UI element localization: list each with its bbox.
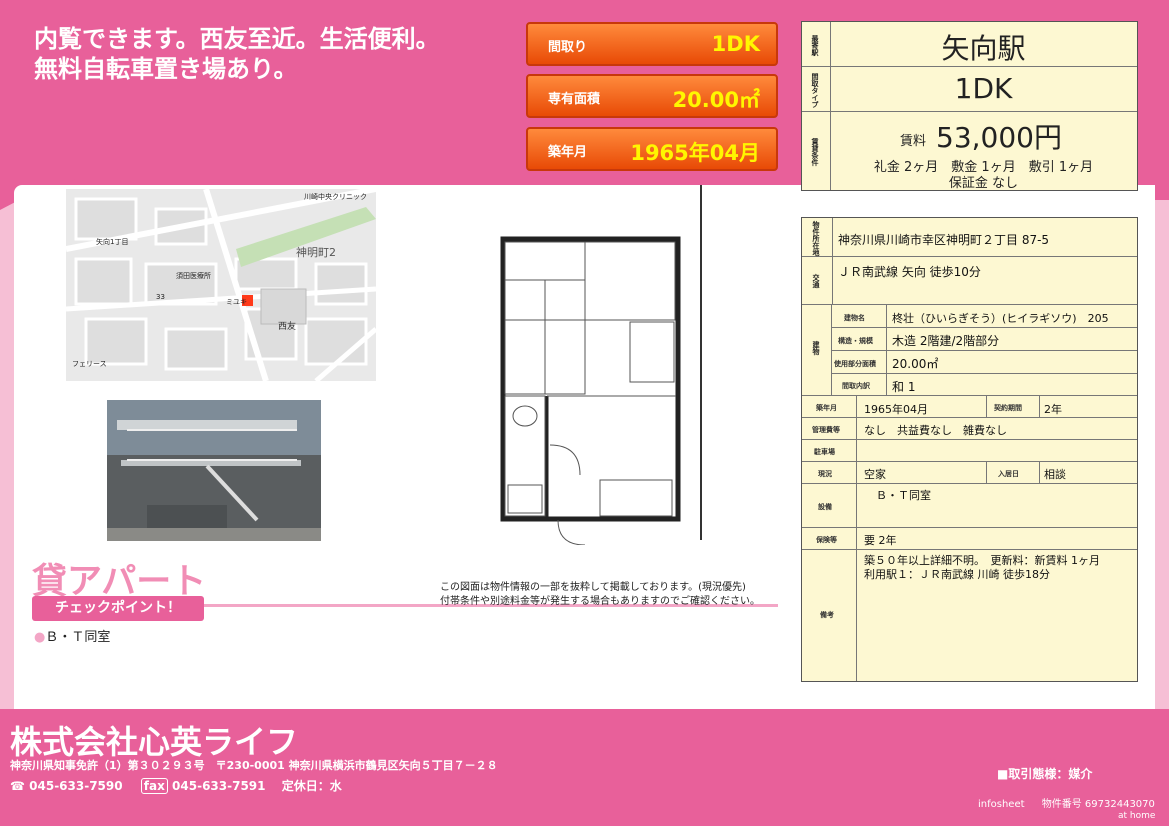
map-store-label: 西友 [278,322,297,332]
building-label: 建物 [812,341,820,355]
rooms-value: 和 1 [892,380,916,394]
address-label: 物件所在地 [812,220,820,256]
access-label: 交通 [812,274,820,288]
address-value: 神奈川県川崎市幸区神明町２丁目 87-5 [838,233,1050,247]
tel-row: ☎ 045-633-7590 fax 045-633-7591 定休日：水 [10,777,342,794]
property-no: 69732443070 [1084,799,1155,810]
facilities-label: 設備 [818,503,832,511]
holiday: 定休日：水 [281,779,342,793]
facilities-value: Ｂ・Ｔ同室 [876,489,931,502]
summary-box: 最寄駅 矢向駅 間取タイプ 1DK 賃貸条件 賃料 53,000円 礼金 2ヶ月… [801,21,1138,191]
contract-label: 契約期間 [994,404,1022,412]
catch-copy: 内覧できます。西友至近。生活便利。 無料自転車置き場あり。 [34,25,440,83]
parking-label: 駐車場 [814,448,835,456]
area-map: 川崎中央クリニック 神明町2 西友 33 矢向1丁目 須田医療所 ミユキ フェリ… [66,189,376,381]
movein-value: 相談 [1044,468,1066,481]
map-place-label: ミユキ [226,298,247,306]
tel-number: 045-633-7590 [29,779,123,793]
license-line: 神奈川県知事免許（1）第３０２９３号 〒230-0001 神奈川県横浜市鶴見区矢… [10,759,498,772]
map-place-label: 矢向1丁目 [96,238,129,246]
status-value: 空家 [864,468,886,481]
insurance-value: 要 2年 [864,534,897,547]
transaction-type: ■取引態様：媒介 [997,767,1093,781]
rent-conditions-label: 賃貸条件 [811,138,819,166]
infosheet-row: infosheet 物件番号 69732443070 [978,795,1155,810]
map-place-label: 須田医療所 [176,272,211,280]
built-value: 1965年04月 [864,403,928,416]
phone-icon: ☎ [10,779,25,793]
property-no-label: 物件番号 [1041,799,1082,810]
remarks-line2: 利用駅１：ＪＲ南武線 川崎 徒歩18分 [864,568,1050,581]
remarks-label: 備考 [820,611,834,619]
spec-label: 間取り [548,40,588,55]
contract-value: 2年 [1044,403,1062,416]
mgmt-value: なし 共益費なし 雑費なし [864,424,1007,437]
fees-line2: 保証金 なし [948,176,1019,191]
fax-icon: fax [140,778,168,794]
insurance-label: 保険等 [816,536,837,544]
athome-logo: at home [1118,811,1156,821]
details-table: 物件所在地 神奈川県川崎市幸区神明町２丁目 87-5 交通 ＪＲ南武線 矢向 徒… [801,217,1138,682]
access-value: ＪＲ南武線 矢向 徒歩10分 [838,265,981,279]
station-label: 最寄駅 [811,34,819,56]
spec-value: 1965年04月 [630,141,760,165]
structure-value: 木造 2階建/2階部分 [892,334,1000,348]
map-clinic-label: 川崎中央クリニック [304,193,367,201]
map-place-label: フェリース [72,360,107,368]
spec-value: 20.00㎡ [672,88,760,112]
checkpoint-text: Ｂ・Ｔ同室 [45,630,111,645]
station-value: 矢向駅 [941,32,1026,65]
notice-line2: 付帯条件や別途料金等が発生する場合もありますのでご確認ください。 [440,596,760,607]
rent-value: 53,000円 [936,121,1062,154]
layout-type-value: 1DK [954,72,1013,105]
map-street-label: 神明町2 [296,246,336,259]
checkpoint-item: ●Ｂ・Ｔ同室 [34,626,110,645]
infosheet-label: infosheet [978,799,1025,810]
rent-label: 賃料 [900,134,927,149]
footer: 株式会社心英ライフ 神奈川県知事免許（1）第３０２９３号 〒230-0001 神… [0,709,1169,826]
spec-label: 専有面積 [548,92,601,107]
pink-dot-icon: ● [34,630,46,645]
status-label: 現況 [818,470,832,478]
building-photo [107,400,321,541]
movein-label: 入居日 [998,470,1019,478]
spec-value: 1DK [711,32,760,56]
area-value: 20.00㎡ [892,357,939,371]
structure-label: 構造・規模 [838,337,873,345]
spec-layout: 間取り 1DK [526,22,778,66]
notice-line1: この図面は物件情報の一部を抜粋して掲載しております。(現況優先) [440,582,746,593]
fax-number: 045-633-7591 [172,779,266,793]
map-number-label: 33 [156,293,165,301]
checkpoint-label: チェックポイント！ [32,596,204,621]
spec-area: 専有面積 20.00㎡ [526,74,778,118]
spec-built: 築年月 1965年04月 [526,127,778,171]
spec-label: 築年月 [548,145,588,160]
rooms-label: 間取内訳 [842,382,870,390]
layout-type-label: 間取タイプ [811,72,819,108]
built-label: 築年月 [816,404,837,412]
name-value: 柊壮（ひいらぎそう）(ヒイラギソウ) 205 [892,312,1109,325]
mgmt-label: 管理費等 [812,426,840,434]
area-label: 使用部分面積 [834,360,876,368]
name-label: 建物名 [844,314,865,322]
floor-plan [490,180,720,546]
